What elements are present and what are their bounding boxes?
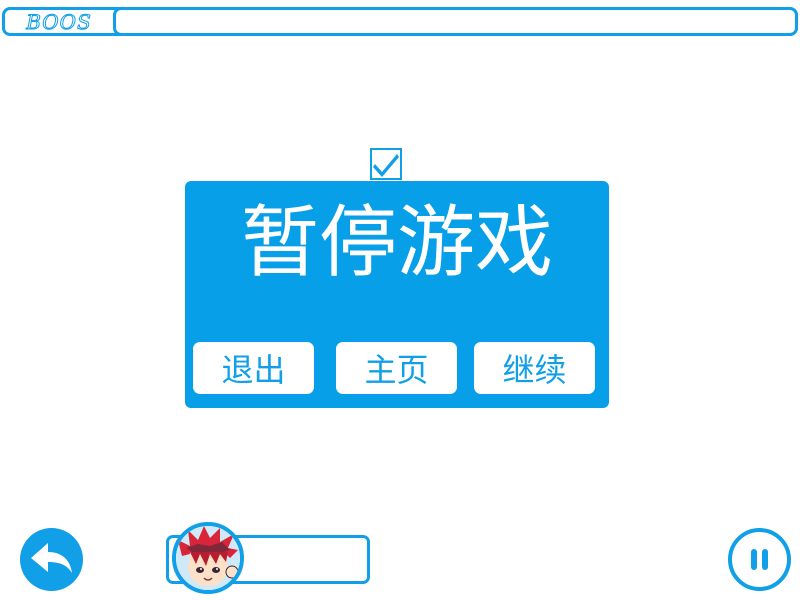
reply-arrow-icon [31,543,72,573]
checkmark-icon [373,154,399,177]
game-screen: BOOS 暂停游戏 退出 主页 继续 [0,0,800,600]
exit-button[interactable]: 退出 [193,342,314,394]
pause-dialog-title: 暂停游戏 [240,198,553,288]
continue-button[interactable]: 继续 [474,342,595,394]
pause-button[interactable] [728,528,791,591]
boss-hp-bar: BOOS [2,7,798,36]
player-avatar [172,522,244,594]
home-button[interactable]: 主页 [336,342,457,394]
pause-dialog: 暂停游戏 退出 主页 继续 [185,181,609,408]
pause-icon [751,549,768,570]
anime-character-avatar-icon [176,526,240,590]
boss-hp-track [113,7,798,36]
checkbox[interactable] [370,148,402,180]
back-button[interactable] [20,528,83,591]
boss-label: BOOS [26,9,92,34]
